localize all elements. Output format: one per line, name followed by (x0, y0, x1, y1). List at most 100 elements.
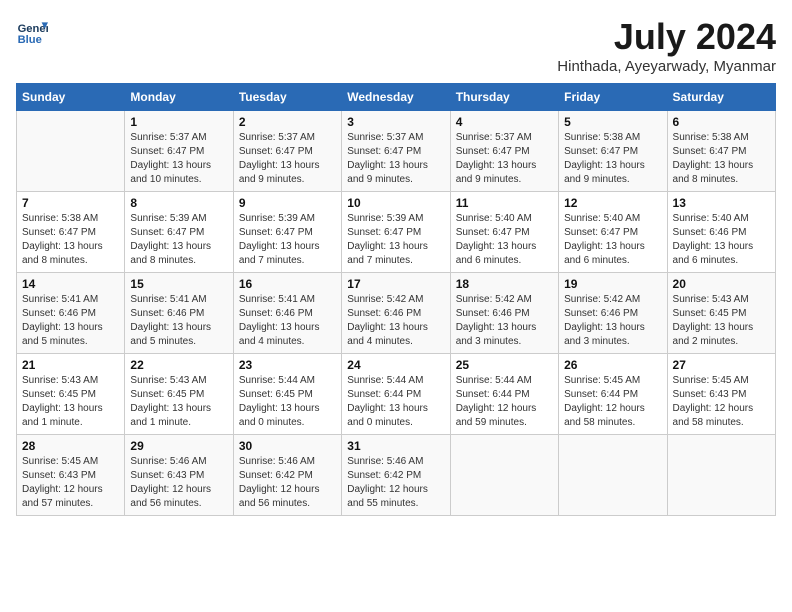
day-info: Sunrise: 5:43 AM Sunset: 6:45 PM Dayligh… (130, 374, 227, 430)
day-number: 6 (673, 115, 770, 129)
day-number: 13 (673, 196, 770, 210)
day-number: 25 (456, 358, 553, 372)
day-info: Sunrise: 5:37 AM Sunset: 6:47 PM Dayligh… (239, 131, 336, 187)
month-title: July 2024 (557, 16, 776, 58)
calendar-cell: 8 Sunrise: 5:39 AM Sunset: 6:47 PM Daylig… (125, 192, 233, 273)
day-info: Sunrise: 5:44 AM Sunset: 6:45 PM Dayligh… (239, 374, 336, 430)
day-number: 26 (564, 358, 661, 372)
weekday-wednesday: Wednesday (342, 84, 450, 111)
calendar-cell: 9 Sunrise: 5:39 AM Sunset: 6:47 PM Daylig… (233, 192, 341, 273)
calendar-cell: 12Sunrise: 5:40 AM Sunset: 6:47 PM Dayli… (559, 192, 667, 273)
day-info: Sunrise: 5:41 AM Sunset: 6:46 PM Dayligh… (130, 293, 227, 349)
day-number: 17 (347, 277, 444, 291)
calendar-cell (17, 111, 125, 192)
day-info: Sunrise: 5:37 AM Sunset: 6:47 PM Dayligh… (130, 131, 227, 187)
calendar-cell: 5Sunrise: 5:38 AM Sunset: 6:47 PM Daylig… (559, 111, 667, 192)
day-info: Sunrise: 5:45 AM Sunset: 6:43 PM Dayligh… (22, 455, 119, 511)
day-info: Sunrise: 5:46 AM Sunset: 6:42 PM Dayligh… (239, 455, 336, 511)
weekday-thursday: Thursday (450, 84, 558, 111)
calendar-cell: 1 Sunrise: 5:37 AM Sunset: 6:47 PM Daylig… (125, 111, 233, 192)
calendar-cell: 13 Sunrise: 5:40 AM Sunset: 6:46 PM Dayli… (667, 192, 775, 273)
day-info: Sunrise: 5:41 AM Sunset: 6:46 PM Dayligh… (239, 293, 336, 349)
weekday-sunday: Sunday (17, 84, 125, 111)
calendar-cell: 15 Sunrise: 5:41 AM Sunset: 6:46 PM Dayli… (125, 273, 233, 354)
calendar-cell: 22 Sunrise: 5:43 AM Sunset: 6:45 PM Dayli… (125, 354, 233, 435)
day-number: 3 (347, 115, 444, 129)
day-number: 24 (347, 358, 444, 372)
day-info: Sunrise: 5:38 AM Sunset: 6:47 PM Dayligh… (22, 212, 119, 268)
calendar-cell: 11 Sunrise: 5:40 AM Sunset: 6:47 PM Dayli… (450, 192, 558, 273)
day-number: 20 (673, 277, 770, 291)
day-number: 15 (130, 277, 227, 291)
logo-icon: General Blue (16, 16, 48, 48)
day-info: Sunrise: 5:45 AM Sunset: 6:43 PM Dayligh… (673, 374, 770, 430)
day-number: 14 (22, 277, 119, 291)
day-number: 22 (130, 358, 227, 372)
calendar-week-3: 14 Sunrise: 5:41 AM Sunset: 6:46 PM Dayli… (17, 273, 776, 354)
logo: General Blue (16, 16, 48, 48)
weekday-header-row: SundayMondayTuesdayWednesdayThursdayFrid… (17, 84, 776, 111)
calendar-table: SundayMondayTuesdayWednesdayThursdayFrid… (16, 83, 776, 516)
day-info: Sunrise: 5:41 AM Sunset: 6:46 PM Dayligh… (22, 293, 119, 349)
calendar-cell (667, 435, 775, 516)
day-number: 21 (22, 358, 119, 372)
day-info: Sunrise: 5:43 AM Sunset: 6:45 PM Dayligh… (673, 293, 770, 349)
location-subtitle: Hinthada, Ayeyarwady, Myanmar (557, 58, 776, 75)
day-number: 1 (130, 115, 227, 129)
day-info: Sunrise: 5:38 AM Sunset: 6:47 PM Dayligh… (673, 131, 770, 187)
day-number: 28 (22, 439, 119, 453)
calendar-cell: 14 Sunrise: 5:41 AM Sunset: 6:46 PM Dayli… (17, 273, 125, 354)
weekday-friday: Friday (559, 84, 667, 111)
weekday-monday: Monday (125, 84, 233, 111)
calendar-cell: 24 Sunrise: 5:44 AM Sunset: 6:44 PM Dayli… (342, 354, 450, 435)
day-number: 9 (239, 196, 336, 210)
day-number: 8 (130, 196, 227, 210)
day-info: Sunrise: 5:40 AM Sunset: 6:47 PM Dayligh… (456, 212, 553, 268)
calendar-cell (450, 435, 558, 516)
day-info: Sunrise: 5:40 AM Sunset: 6:47 PM Dayligh… (564, 212, 661, 268)
day-number: 2 (239, 115, 336, 129)
day-info: Sunrise: 5:37 AM Sunset: 6:47 PM Dayligh… (347, 131, 444, 187)
calendar-cell (559, 435, 667, 516)
calendar-cell: 6 Sunrise: 5:38 AM Sunset: 6:47 PM Daylig… (667, 111, 775, 192)
weekday-tuesday: Tuesday (233, 84, 341, 111)
calendar-cell: 10Sunrise: 5:39 AM Sunset: 6:47 PM Dayli… (342, 192, 450, 273)
day-info: Sunrise: 5:39 AM Sunset: 6:47 PM Dayligh… (239, 212, 336, 268)
day-number: 19 (564, 277, 661, 291)
calendar-week-1: 1 Sunrise: 5:37 AM Sunset: 6:47 PM Daylig… (17, 111, 776, 192)
calendar-cell: 28 Sunrise: 5:45 AM Sunset: 6:43 PM Dayli… (17, 435, 125, 516)
day-info: Sunrise: 5:44 AM Sunset: 6:44 PM Dayligh… (347, 374, 444, 430)
day-number: 27 (673, 358, 770, 372)
calendar-week-4: 21 Sunrise: 5:43 AM Sunset: 6:45 PM Dayli… (17, 354, 776, 435)
calendar-cell: 18 Sunrise: 5:42 AM Sunset: 6:46 PM Dayli… (450, 273, 558, 354)
calendar-cell: 4 Sunrise: 5:37 AM Sunset: 6:47 PM Daylig… (450, 111, 558, 192)
day-number: 4 (456, 115, 553, 129)
day-info: Sunrise: 5:39 AM Sunset: 6:47 PM Dayligh… (347, 212, 444, 268)
calendar-cell: 7Sunrise: 5:38 AM Sunset: 6:47 PM Daylig… (17, 192, 125, 273)
calendar-cell: 19 Sunrise: 5:42 AM Sunset: 6:46 PM Dayli… (559, 273, 667, 354)
day-info: Sunrise: 5:42 AM Sunset: 6:46 PM Dayligh… (564, 293, 661, 349)
page-header: General Blue July 2024 Hinthada, Ayeyarw… (16, 16, 776, 75)
day-number: 16 (239, 277, 336, 291)
day-number: 23 (239, 358, 336, 372)
calendar-cell: 20 Sunrise: 5:43 AM Sunset: 6:45 PM Dayli… (667, 273, 775, 354)
weekday-saturday: Saturday (667, 84, 775, 111)
calendar-body: 1 Sunrise: 5:37 AM Sunset: 6:47 PM Daylig… (17, 111, 776, 516)
day-number: 18 (456, 277, 553, 291)
calendar-cell: 16 Sunrise: 5:41 AM Sunset: 6:46 PM Dayli… (233, 273, 341, 354)
day-info: Sunrise: 5:42 AM Sunset: 6:46 PM Dayligh… (456, 293, 553, 349)
calendar-week-5: 28 Sunrise: 5:45 AM Sunset: 6:43 PM Dayli… (17, 435, 776, 516)
day-info: Sunrise: 5:40 AM Sunset: 6:46 PM Dayligh… (673, 212, 770, 268)
day-number: 29 (130, 439, 227, 453)
calendar-cell: 23 Sunrise: 5:44 AM Sunset: 6:45 PM Dayli… (233, 354, 341, 435)
calendar-cell: 2 Sunrise: 5:37 AM Sunset: 6:47 PM Daylig… (233, 111, 341, 192)
calendar-cell: 3 Sunrise: 5:37 AM Sunset: 6:47 PM Daylig… (342, 111, 450, 192)
day-info: Sunrise: 5:39 AM Sunset: 6:47 PM Dayligh… (130, 212, 227, 268)
day-number: 11 (456, 196, 553, 210)
day-info: Sunrise: 5:42 AM Sunset: 6:46 PM Dayligh… (347, 293, 444, 349)
calendar-cell: 31Sunrise: 5:46 AM Sunset: 6:42 PM Dayli… (342, 435, 450, 516)
svg-text:Blue: Blue (18, 34, 42, 46)
day-info: Sunrise: 5:37 AM Sunset: 6:47 PM Dayligh… (456, 131, 553, 187)
day-info: Sunrise: 5:46 AM Sunset: 6:43 PM Dayligh… (130, 455, 227, 511)
calendar-cell: 25Sunrise: 5:44 AM Sunset: 6:44 PM Dayli… (450, 354, 558, 435)
